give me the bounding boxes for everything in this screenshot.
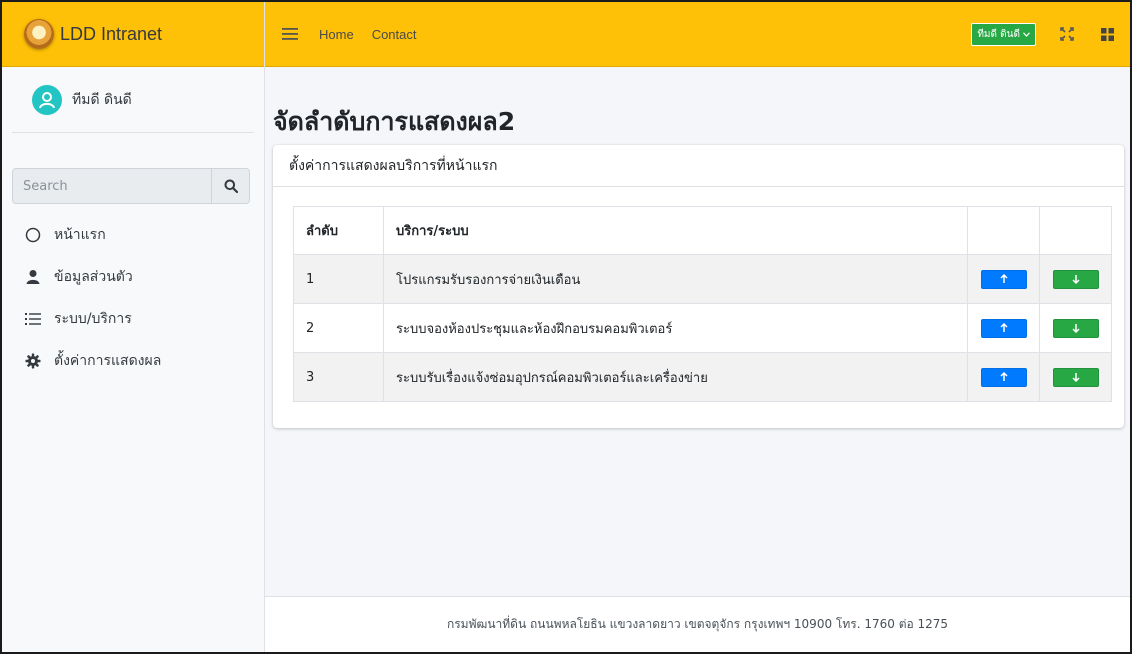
row-service: ระบบจองห้องประชุมและห้องฝึกอบรมคอมพิวเตอ… [383, 303, 968, 353]
main-content: จัดลำดับการแสดงผล2 ตั้งค่าการแสดงผลบริกา… [265, 67, 1130, 652]
arrow-up-icon [999, 372, 1008, 381]
move-down-button[interactable] [1052, 269, 1099, 289]
sidebar-item-label: ตั้งค่าการแสดงผล [54, 353, 162, 369]
menu-toggle-button[interactable] [279, 24, 301, 44]
arrow-down-icon [1071, 275, 1080, 284]
hamburger-icon [282, 28, 298, 40]
nav-link-home[interactable]: Home [319, 27, 354, 42]
column-header-move-up [967, 206, 1040, 255]
list-icon [22, 310, 44, 328]
circle-outline-icon [22, 226, 44, 244]
sidebar-item-display-settings[interactable]: ตั้งค่าการแสดงผล [2, 340, 265, 382]
app-window: LDD Intranet ทีมดี ดินดี Search หน้าแรก … [0, 0, 1132, 654]
table-header-row: ลำดับ บริการ/ระบบ [293, 206, 1112, 255]
user-name: ทีมดี ดินดี [72, 91, 132, 108]
table-row: 2 ระบบจองห้องประชุมและห้องฝึกอบรมคอมพิวเ… [293, 303, 1112, 353]
settings-card: ตั้งค่าการแสดงผลบริการที่หน้าแรก ลำดับ บ… [273, 145, 1124, 428]
footer-text: กรมพัฒนาที่ดิน ถนนพหลโยธิน แขวงลาดยาว เข… [446, 617, 949, 631]
sidebar-item-profile[interactable]: ข้อมูลส่วนตัว [2, 256, 265, 298]
service-order-table: ลำดับ บริการ/ระบบ 1 โปรแกรมรับรองการจ่าย… [293, 206, 1112, 402]
column-header-move-down [1039, 206, 1112, 255]
navbar-right: ทีมดี ดินดี [971, 22, 1130, 46]
fullscreen-button[interactable] [1058, 25, 1076, 43]
search-icon [224, 179, 238, 193]
row-order: 3 [293, 352, 384, 402]
top-navbar: Home Contact ทีมดี ดินดี [265, 2, 1130, 67]
brand-name: LDD Intranet [60, 23, 163, 44]
row-service: โปรแกรมรับรองการจ่ายเงินเดือน [383, 254, 968, 304]
sidebar: LDD Intranet ทีมดี ดินดี Search หน้าแรก … [2, 2, 265, 652]
arrow-up-icon [999, 323, 1008, 332]
move-up-button[interactable] [980, 269, 1027, 289]
apps-button[interactable] [1098, 25, 1116, 43]
row-order: 1 [293, 254, 384, 304]
ldd-logo-icon [24, 19, 54, 49]
sidebar-item-label: ระบบ/บริการ [54, 311, 132, 327]
table-row: 1 โปรแกรมรับรองการจ่ายเงินเดือน [293, 254, 1112, 304]
sidebar-item-services[interactable]: ระบบ/บริการ [2, 298, 265, 340]
card-title: ตั้งค่าการแสดงผลบริการที่หน้าแรก [273, 145, 1124, 187]
avatar [32, 84, 62, 115]
arrow-down-icon [1071, 324, 1080, 333]
column-header-service: บริการ/ระบบ [383, 206, 968, 255]
brand-link[interactable]: LDD Intranet [2, 2, 264, 67]
user-dropdown-label: ทีมดี ดินดี [977, 28, 1020, 40]
user-panel[interactable]: ทีมดี ดินดี [12, 67, 254, 133]
move-down-button[interactable] [1052, 318, 1099, 338]
user-icon [22, 268, 44, 286]
sidebar-nav: หน้าแรก ข้อมูลส่วนตัว ระบบ/บริการ ตั้งค่… [2, 214, 265, 382]
move-up-button[interactable] [980, 318, 1027, 338]
search-button[interactable] [211, 169, 249, 203]
chevron-down-icon [1023, 31, 1030, 37]
column-header-order: ลำดับ [293, 206, 384, 255]
move-down-button[interactable] [1052, 367, 1099, 387]
sidebar-item-home[interactable]: หน้าแรก [2, 214, 265, 256]
table-row: 3 ระบบรับเรื่องแจ้งซ่อมอุปกรณ์คอมพิวเตอร… [293, 352, 1112, 402]
row-order: 2 [293, 303, 384, 353]
row-service: ระบบรับเรื่องแจ้งซ่อมอุปกรณ์คอมพิวเตอร์แ… [383, 352, 968, 402]
nav-link-contact[interactable]: Contact [372, 27, 417, 42]
move-up-button[interactable] [980, 367, 1027, 387]
sidebar-item-label: ข้อมูลส่วนตัว [54, 269, 133, 285]
search-input[interactable] [13, 169, 211, 203]
arrow-up-icon [999, 274, 1008, 283]
user-avatar-icon [39, 91, 55, 108]
sidebar-search [12, 168, 250, 204]
user-dropdown[interactable]: ทีมดี ดินดี [971, 22, 1036, 46]
fullscreen-icon [1060, 27, 1074, 41]
gear-icon [22, 352, 44, 370]
grid-icon [1100, 27, 1114, 41]
footer: กรมพัฒนาที่ดิน ถนนพหลโยธิน แขวงลาดยาว เข… [265, 596, 1130, 652]
sidebar-item-label: หน้าแรก [54, 227, 106, 243]
page-title: จัดลำดับการแสดงผล2 [273, 107, 516, 136]
arrow-down-icon [1071, 373, 1080, 382]
